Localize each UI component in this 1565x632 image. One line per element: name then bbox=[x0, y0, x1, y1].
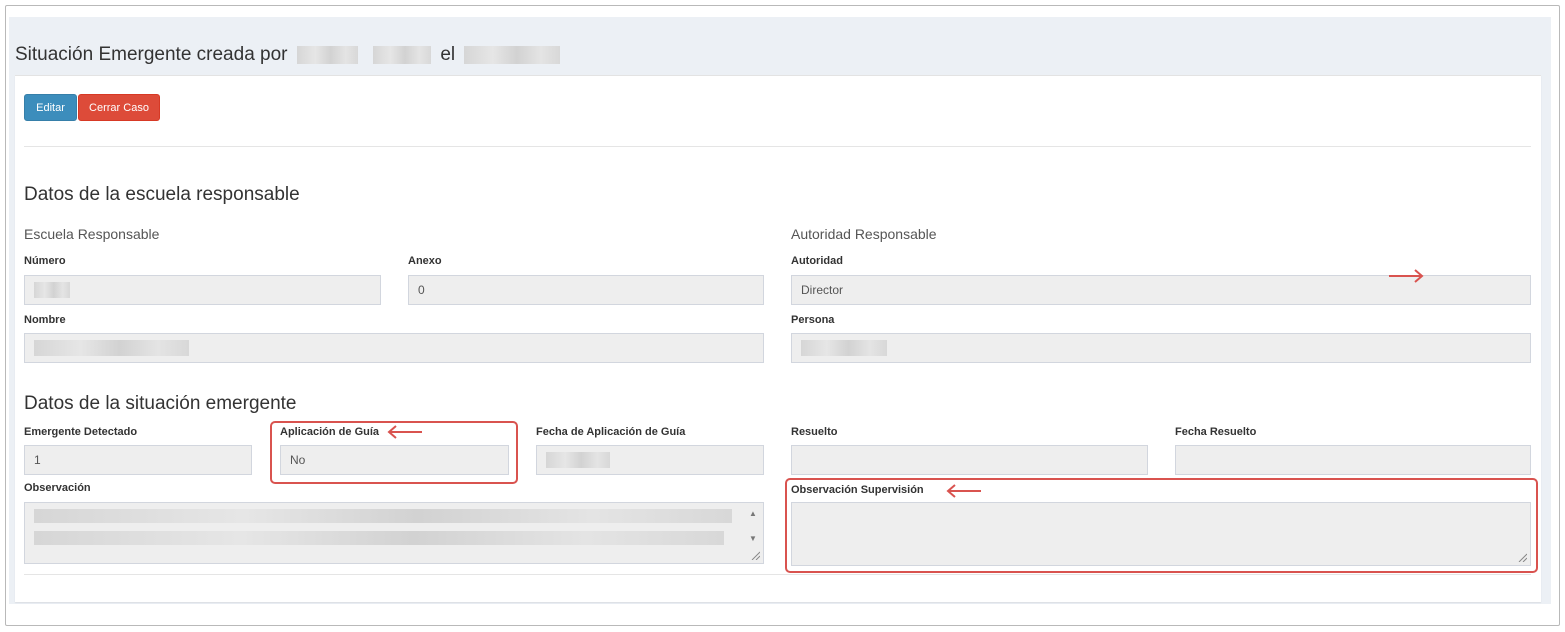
anexo-field[interactable]: 0 bbox=[408, 275, 764, 305]
page-title: Situación Emergente creada por el bbox=[15, 44, 561, 66]
arrow-right-icon bbox=[1389, 269, 1424, 283]
scroll-arrow-icon[interactable]: ▲ ▼ bbox=[747, 509, 759, 543]
persona-label: Persona bbox=[791, 314, 835, 326]
divider bbox=[24, 574, 1531, 575]
fecha-resuelto-field[interactable] bbox=[1175, 445, 1531, 475]
redacted-persona bbox=[801, 340, 887, 356]
resize-grip-icon[interactable] bbox=[750, 550, 760, 560]
resuelto-label: Resuelto bbox=[791, 426, 838, 438]
detectado-field[interactable]: 1 bbox=[24, 445, 252, 475]
autoridad-label: Autoridad bbox=[791, 255, 843, 267]
numero-label: Número bbox=[24, 255, 66, 267]
anexo-label: Anexo bbox=[408, 255, 442, 267]
redacted-date bbox=[464, 46, 561, 64]
close-case-button[interactable]: Cerrar Caso bbox=[78, 94, 160, 121]
redacted-nombre bbox=[34, 340, 189, 356]
authority-subtitle: Autoridad Responsable bbox=[791, 226, 937, 242]
school-section-title: Datos de la escuela responsable bbox=[24, 184, 300, 205]
edit-button[interactable]: Editar bbox=[24, 94, 77, 121]
resuelto-field[interactable] bbox=[791, 445, 1148, 475]
fecha-aplicacion-field[interactable] bbox=[536, 445, 764, 475]
nombre-label: Nombre bbox=[24, 314, 66, 326]
arrow-left-icon bbox=[946, 484, 981, 498]
arrow-left-icon bbox=[387, 425, 422, 439]
school-subtitle: Escuela Responsable bbox=[24, 226, 160, 242]
nombre-field[interactable] bbox=[24, 333, 764, 363]
redacted-numero bbox=[34, 282, 70, 298]
redacted-fecha-aplicacion bbox=[546, 452, 610, 468]
highlight-observacion-supervision bbox=[785, 478, 1538, 573]
redacted-creator-first bbox=[296, 46, 358, 64]
fecha-resuelto-label: Fecha Resuelto bbox=[1175, 426, 1257, 438]
fecha-aplicacion-label: Fecha de Aplicación de Guía bbox=[536, 426, 686, 438]
observacion-textarea[interactable]: ▲ ▼ bbox=[24, 502, 764, 564]
redacted-creator-last bbox=[373, 46, 432, 64]
redacted-observacion bbox=[34, 509, 732, 545]
divider bbox=[24, 146, 1531, 147]
persona-field[interactable] bbox=[791, 333, 1531, 363]
observacion-label: Observación bbox=[24, 482, 91, 494]
numero-field[interactable] bbox=[24, 275, 381, 305]
emergency-section-title: Datos de la situación emergente bbox=[24, 393, 297, 414]
detectado-label: Emergente Detectado bbox=[24, 426, 138, 438]
